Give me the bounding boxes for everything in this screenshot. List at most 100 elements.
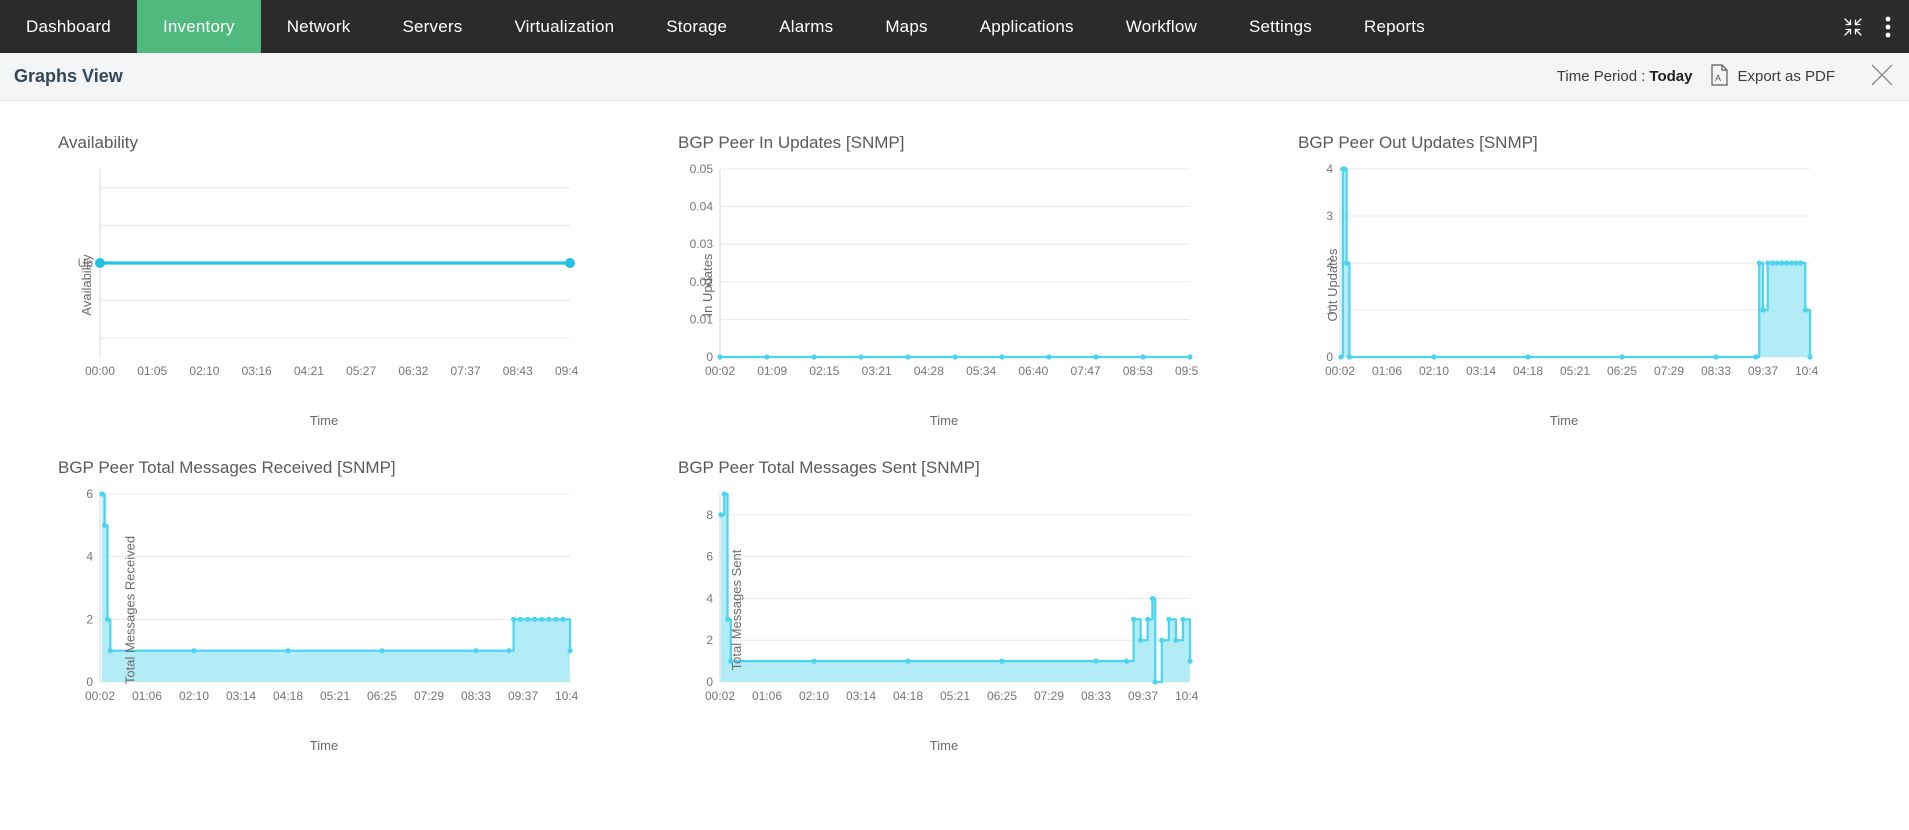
svg-text:08:33: 08:33 xyxy=(1701,364,1731,378)
svg-text:A: A xyxy=(1715,73,1721,83)
x-axis-title: Time xyxy=(309,738,339,753)
svg-text:0: 0 xyxy=(706,675,713,689)
chart-card-bgp-peer-out-updates: BGP Peer Out Updates [SNMP] Out Updates … xyxy=(1240,123,1860,448)
svg-text:09:48: 09:48 xyxy=(555,364,578,378)
nav-label: Reports xyxy=(1363,16,1425,36)
svg-text:08:33: 08:33 xyxy=(1081,689,1111,703)
nav-label: Dashboard xyxy=(26,16,111,36)
svg-text:10:41: 10:41 xyxy=(1795,364,1818,378)
chart-title: BGP Peer Total Messages Sent [SNMP] xyxy=(678,458,980,477)
svg-text:02:10: 02:10 xyxy=(1419,364,1449,378)
svg-text:2: 2 xyxy=(86,612,93,626)
pdf-file-icon: A xyxy=(1710,63,1729,90)
close-icon[interactable] xyxy=(1853,62,1895,92)
svg-text:07:47: 07:47 xyxy=(1071,364,1101,378)
nav-label: Virtualization xyxy=(514,16,615,36)
export-as-pdf-button[interactable]: A Export as PDF xyxy=(1710,63,1835,90)
svg-text:05:21: 05:21 xyxy=(940,689,970,703)
svg-text:0.05: 0.05 xyxy=(690,162,714,176)
nav-item-inventory[interactable]: Inventory xyxy=(136,0,261,53)
svg-text:00:00: 00:00 xyxy=(85,364,115,378)
nav-label: Maps xyxy=(885,16,928,36)
chart-card-bgp-peer-in-updates: BGP Peer In Updates [SNMP] In Updates 0 0… xyxy=(620,123,1240,448)
nav-item-workflow[interactable]: Workflow xyxy=(1100,0,1223,53)
nav-label: Settings xyxy=(1248,16,1312,36)
svg-text:02:10: 02:10 xyxy=(799,689,829,703)
svg-text:04:18: 04:18 xyxy=(893,689,923,703)
time-period-label: Time Period : xyxy=(1556,68,1646,85)
bgp-peer-out-updates-plot: 0123400:02 01:06 02:10 03:14 04:18 05:21 06:25… xyxy=(1325,162,1818,378)
chart-plot-area: Total Messages Received 0 2 4 6 00:02 01:06 02… xyxy=(58,484,590,736)
nav-item-alarms[interactable]: Alarms xyxy=(753,0,859,53)
svg-text:02:10: 02:10 xyxy=(189,364,219,378)
graphs-grid: Availability Availability Up 00:00 01:05 02… xyxy=(0,101,1909,773)
svg-text:00:02: 00:02 xyxy=(705,689,735,703)
y-axis-title: Total Messages Received xyxy=(122,535,138,685)
x-axis-title: Time xyxy=(929,738,959,753)
chart-plot-area: Total Messages Sent 0 2 4 6 8 00:02 01:06 02:10… xyxy=(678,484,1210,736)
svg-text:00:02: 00:02 xyxy=(85,689,115,703)
svg-text:09:37: 09:37 xyxy=(1748,364,1778,378)
svg-text:0: 0 xyxy=(86,675,93,689)
nav-item-applications[interactable]: Applications xyxy=(954,0,1100,53)
y-axis-title: Total Messages Sent xyxy=(728,549,744,671)
svg-text:09:59: 09:59 xyxy=(1175,364,1198,378)
svg-text:06:25: 06:25 xyxy=(367,689,397,703)
svg-text:06:40: 06:40 xyxy=(1018,364,1048,378)
svg-text:03:21: 03:21 xyxy=(862,364,892,378)
svg-text:04:21: 04:21 xyxy=(294,364,324,378)
y-axis-title: Availability xyxy=(79,254,95,316)
svg-text:04:28: 04:28 xyxy=(914,364,944,378)
svg-text:07:29: 07:29 xyxy=(1034,689,1064,703)
svg-text:06:32: 06:32 xyxy=(398,364,428,378)
svg-text:01:06: 01:06 xyxy=(1372,364,1402,378)
svg-text:4: 4 xyxy=(1326,162,1333,176)
nav-item-dashboard[interactable]: Dashboard xyxy=(0,0,137,53)
nav-label: Alarms xyxy=(779,16,834,36)
svg-text:05:34: 05:34 xyxy=(966,364,996,378)
nav-item-network[interactable]: Network xyxy=(261,0,377,53)
nav-item-reports[interactable]: Reports xyxy=(1338,0,1451,53)
svg-text:6: 6 xyxy=(706,550,713,564)
page-title: Graphs View xyxy=(14,66,123,86)
svg-text:06:25: 06:25 xyxy=(987,689,1017,703)
svg-text:07:37: 07:37 xyxy=(451,364,481,378)
nav-item-maps[interactable]: Maps xyxy=(859,0,953,53)
export-as-pdf-label: Export as PDF xyxy=(1737,68,1835,85)
svg-text:0.03: 0.03 xyxy=(690,237,714,251)
svg-text:0: 0 xyxy=(1326,350,1333,364)
sub-header-actions: Time Period : Today A Export as PDF xyxy=(1557,62,1909,92)
nav-label: Applications xyxy=(979,16,1074,36)
nav-item-servers[interactable]: Servers xyxy=(376,0,488,53)
collapse-arrows-icon[interactable] xyxy=(1843,17,1863,37)
chart-title: BGP Peer Total Messages Received [SNMP] xyxy=(58,458,396,477)
svg-text:3: 3 xyxy=(1326,209,1333,223)
nav-actions xyxy=(1843,0,1909,53)
x-axis-title: Time xyxy=(929,413,959,428)
vertical-dots-icon[interactable] xyxy=(1885,16,1891,38)
x-axis-title: Time xyxy=(309,413,339,428)
svg-text:09:37: 09:37 xyxy=(1128,689,1158,703)
bgp-peer-total-messages-sent-plot: 0 2 4 6 8 00:02 01:06 02:10 03:14 04:18 05:21 06:25… xyxy=(705,491,1198,703)
svg-text:02:15: 02:15 xyxy=(809,364,839,378)
svg-text:01:09: 01:09 xyxy=(757,364,787,378)
chart-title: BGP Peer In Updates [SNMP] xyxy=(678,133,905,152)
svg-text:4: 4 xyxy=(706,591,713,605)
sub-header: Graphs View Time Period : Today A Export … xyxy=(0,53,1909,101)
nav-item-storage[interactable]: Storage xyxy=(640,0,753,53)
svg-text:08:43: 08:43 xyxy=(503,364,533,378)
chart-card-availability: Availability Availability Up 00:00 01:05 02… xyxy=(0,123,620,448)
chart-card-bgp-peer-total-messages-sent: BGP Peer Total Messages Sent [SNMP] Tota… xyxy=(620,448,1240,773)
svg-text:03:14: 03:14 xyxy=(846,689,876,703)
svg-text:0: 0 xyxy=(706,350,713,364)
svg-text:01:05: 01:05 xyxy=(137,364,167,378)
svg-text:05:27: 05:27 xyxy=(346,364,376,378)
time-period-value[interactable]: Today xyxy=(1649,68,1692,85)
nav-item-virtualization[interactable]: Virtualization xyxy=(488,0,640,53)
svg-text:01:06: 01:06 xyxy=(132,689,162,703)
svg-text:05:21: 05:21 xyxy=(320,689,350,703)
y-axis-title: In Updates xyxy=(699,253,715,317)
nav-item-settings[interactable]: Settings xyxy=(1223,0,1338,53)
nav-label: Storage xyxy=(666,16,728,36)
y-axis-title: Out Updates xyxy=(1325,248,1340,322)
